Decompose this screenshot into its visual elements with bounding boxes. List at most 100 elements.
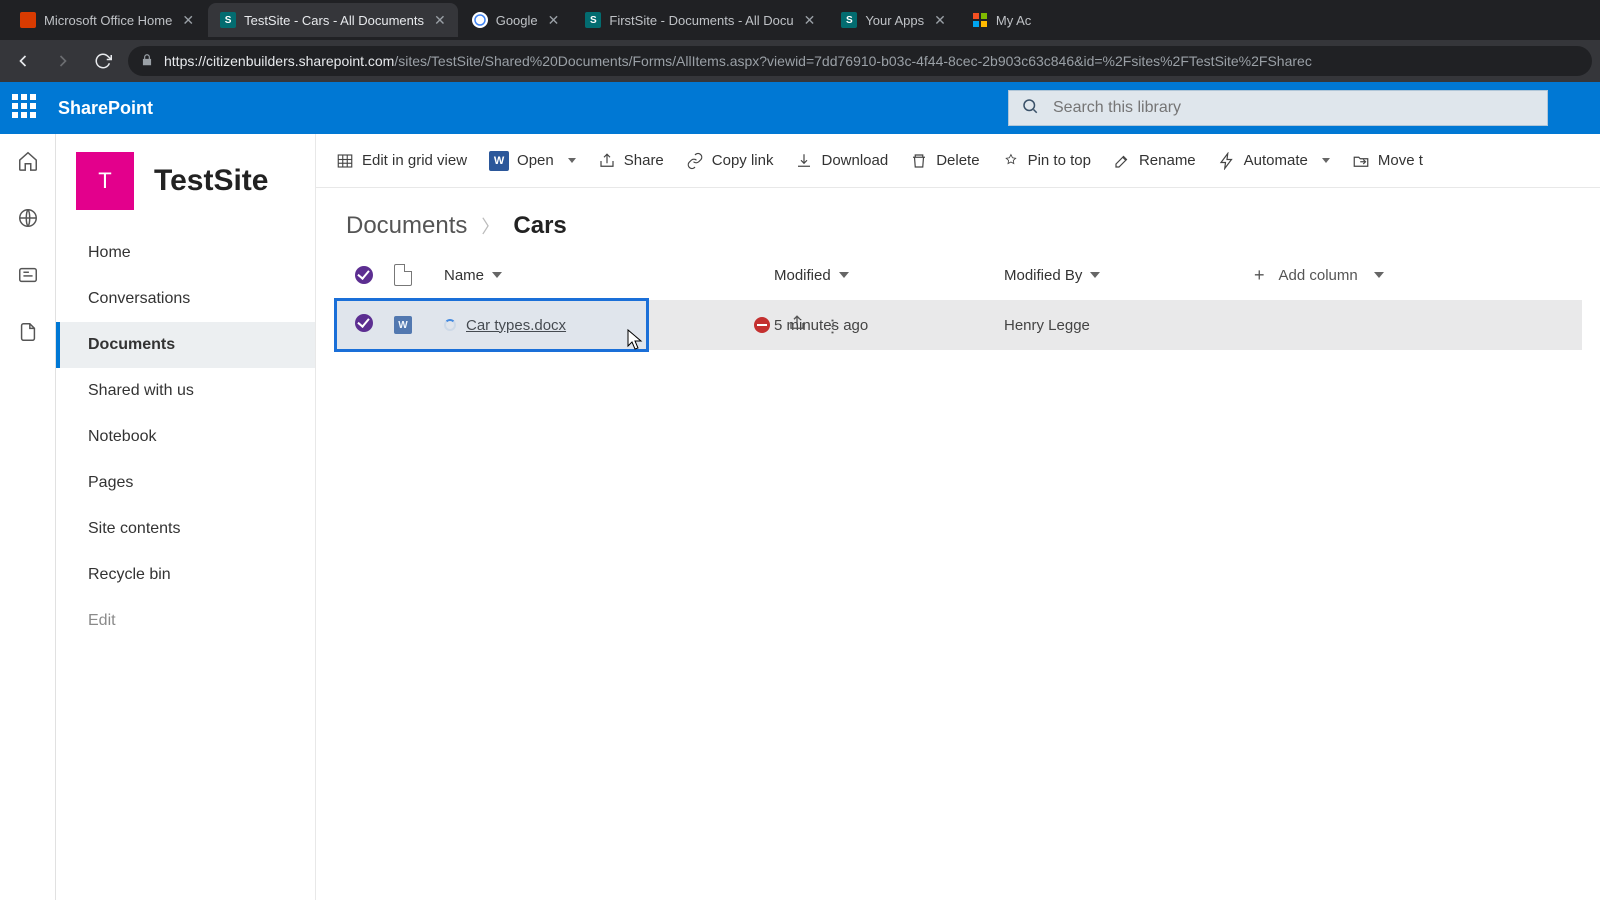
copy-link-button[interactable]: Copy link (686, 152, 774, 170)
delete-button[interactable]: Delete (910, 152, 979, 170)
browser-tab[interactable]: My Ac (960, 3, 1043, 37)
nav-edit[interactable]: Edit (56, 598, 315, 644)
sharepoint-icon: S (841, 12, 857, 28)
pin-button[interactable]: Pin to top (1002, 152, 1091, 170)
open-button[interactable]: W Open (489, 151, 576, 171)
column-modified-by[interactable]: Modified By (1004, 267, 1254, 284)
search-box[interactable] (1008, 90, 1548, 126)
nav-pages[interactable]: Pages (56, 460, 315, 506)
blocked-icon (754, 317, 770, 333)
move-button[interactable]: Move t (1352, 152, 1423, 170)
url-text: https://citizenbuilders.sharepoint.com/s… (164, 53, 1312, 69)
nav-shared[interactable]: Shared with us (56, 368, 315, 414)
column-label: Name (444, 267, 484, 284)
site-header: T TestSite (56, 152, 315, 230)
close-icon[interactable]: ✕ (182, 12, 194, 29)
add-column-button[interactable]: +Add column (1254, 265, 1514, 286)
address-bar[interactable]: https://citizenbuilders.sharepoint.com/s… (128, 46, 1592, 76)
tab-label: Microsoft Office Home (44, 13, 172, 28)
tab-label: Your Apps (865, 13, 924, 28)
nav-home[interactable]: Home (56, 230, 315, 276)
lock-icon (140, 53, 154, 70)
automate-button[interactable]: Automate (1218, 152, 1330, 170)
brand-label[interactable]: SharePoint (58, 98, 153, 119)
global-nav-rail (0, 134, 56, 900)
app-launcher-icon[interactable] (12, 94, 40, 122)
browser-tab[interactable]: S TestSite - Cars - All Documents ✕ (208, 3, 458, 37)
tab-label: My Ac (996, 13, 1031, 28)
search-input[interactable] (1053, 99, 1535, 117)
browser-tab[interactable]: Microsoft Office Home ✕ (8, 3, 206, 37)
site-title[interactable]: TestSite (154, 164, 268, 198)
row-select-icon[interactable] (355, 314, 373, 332)
cmd-label: Share (624, 152, 664, 169)
google-icon (472, 12, 488, 28)
microsoft-icon (972, 12, 988, 28)
browser-tab[interactable]: S FirstSite - Documents - All Docu ✕ (573, 3, 827, 37)
globe-icon[interactable] (17, 207, 39, 234)
table-header: Name Modified Modified By +Add column (334, 250, 1582, 300)
cmd-label: Rename (1139, 152, 1196, 169)
close-icon[interactable]: ✕ (804, 12, 816, 29)
rename-button[interactable]: Rename (1113, 152, 1196, 170)
tab-label: TestSite - Cars - All Documents (244, 13, 424, 28)
edit-grid-button[interactable]: Edit in grid view (336, 152, 467, 170)
cmd-label: Automate (1244, 152, 1308, 169)
browser-tab-strip: Microsoft Office Home ✕ S TestSite - Car… (0, 0, 1600, 40)
cmd-label: Edit in grid view (362, 152, 467, 169)
sharepoint-icon: S (585, 12, 601, 28)
nav-recycle[interactable]: Recycle bin (56, 552, 315, 598)
office-icon (20, 12, 36, 28)
download-button[interactable]: Download (795, 152, 888, 170)
chevron-down-icon (492, 272, 502, 278)
chevron-down-icon (1090, 272, 1100, 278)
file-type-icon (394, 264, 412, 286)
search-icon (1021, 97, 1039, 120)
cmd-label: Download (821, 152, 888, 169)
table-row[interactable]: W Car types.docx 5 minutes ago Henry Leg… (334, 300, 1582, 350)
select-all-icon[interactable] (355, 266, 373, 284)
main-content: Edit in grid view W Open Share Copy link… (316, 134, 1600, 900)
close-icon[interactable]: ✕ (934, 12, 946, 29)
column-label: Add column (1279, 267, 1358, 284)
site-logo[interactable]: T (76, 152, 134, 210)
chevron-down-icon (839, 272, 849, 278)
home-icon[interactable] (17, 150, 39, 177)
chevron-down-icon (1374, 272, 1384, 278)
cell-modified-by: Henry Legge (1004, 317, 1254, 334)
share-icon[interactable] (788, 314, 806, 337)
chevron-right-icon: 〉 (481, 213, 499, 239)
suite-header: SharePoint (0, 82, 1600, 134)
close-icon[interactable]: ✕ (434, 12, 446, 29)
close-icon[interactable]: ✕ (548, 12, 560, 29)
column-label: Modified (774, 267, 831, 284)
word-icon: W (489, 151, 509, 171)
nav-conversations[interactable]: Conversations (56, 276, 315, 322)
word-icon: W (394, 316, 412, 334)
row-actions: ⋯ (754, 314, 840, 337)
reload-button[interactable] (88, 46, 118, 76)
browser-tab[interactable]: Google ✕ (460, 3, 572, 37)
command-bar: Edit in grid view W Open Share Copy link… (316, 134, 1600, 188)
back-button[interactable] (8, 46, 38, 76)
nav-notebook[interactable]: Notebook (56, 414, 315, 460)
column-label: Modified By (1004, 267, 1082, 284)
share-button[interactable]: Share (598, 152, 664, 170)
site-nav: Home Conversations Documents Shared with… (56, 230, 315, 644)
nav-documents[interactable]: Documents (56, 322, 315, 368)
breadcrumb-root[interactable]: Documents (346, 212, 467, 240)
column-modified[interactable]: Modified (774, 267, 1004, 284)
browser-nav-bar: https://citizenbuilders.sharepoint.com/s… (0, 40, 1600, 82)
column-name[interactable]: Name (444, 267, 774, 284)
nav-contents[interactable]: Site contents (56, 506, 315, 552)
file-name-link[interactable]: Car types.docx (466, 317, 566, 334)
cmd-label: Pin to top (1028, 152, 1091, 169)
news-icon[interactable] (17, 264, 39, 291)
cmd-label: Open (517, 152, 554, 169)
files-icon[interactable] (17, 321, 39, 348)
forward-button[interactable] (48, 46, 78, 76)
tab-label: FirstSite - Documents - All Docu (609, 13, 793, 28)
more-actions-icon[interactable]: ⋯ (822, 317, 843, 333)
tab-label: Google (496, 13, 538, 28)
browser-tab[interactable]: S Your Apps ✕ (829, 3, 958, 37)
